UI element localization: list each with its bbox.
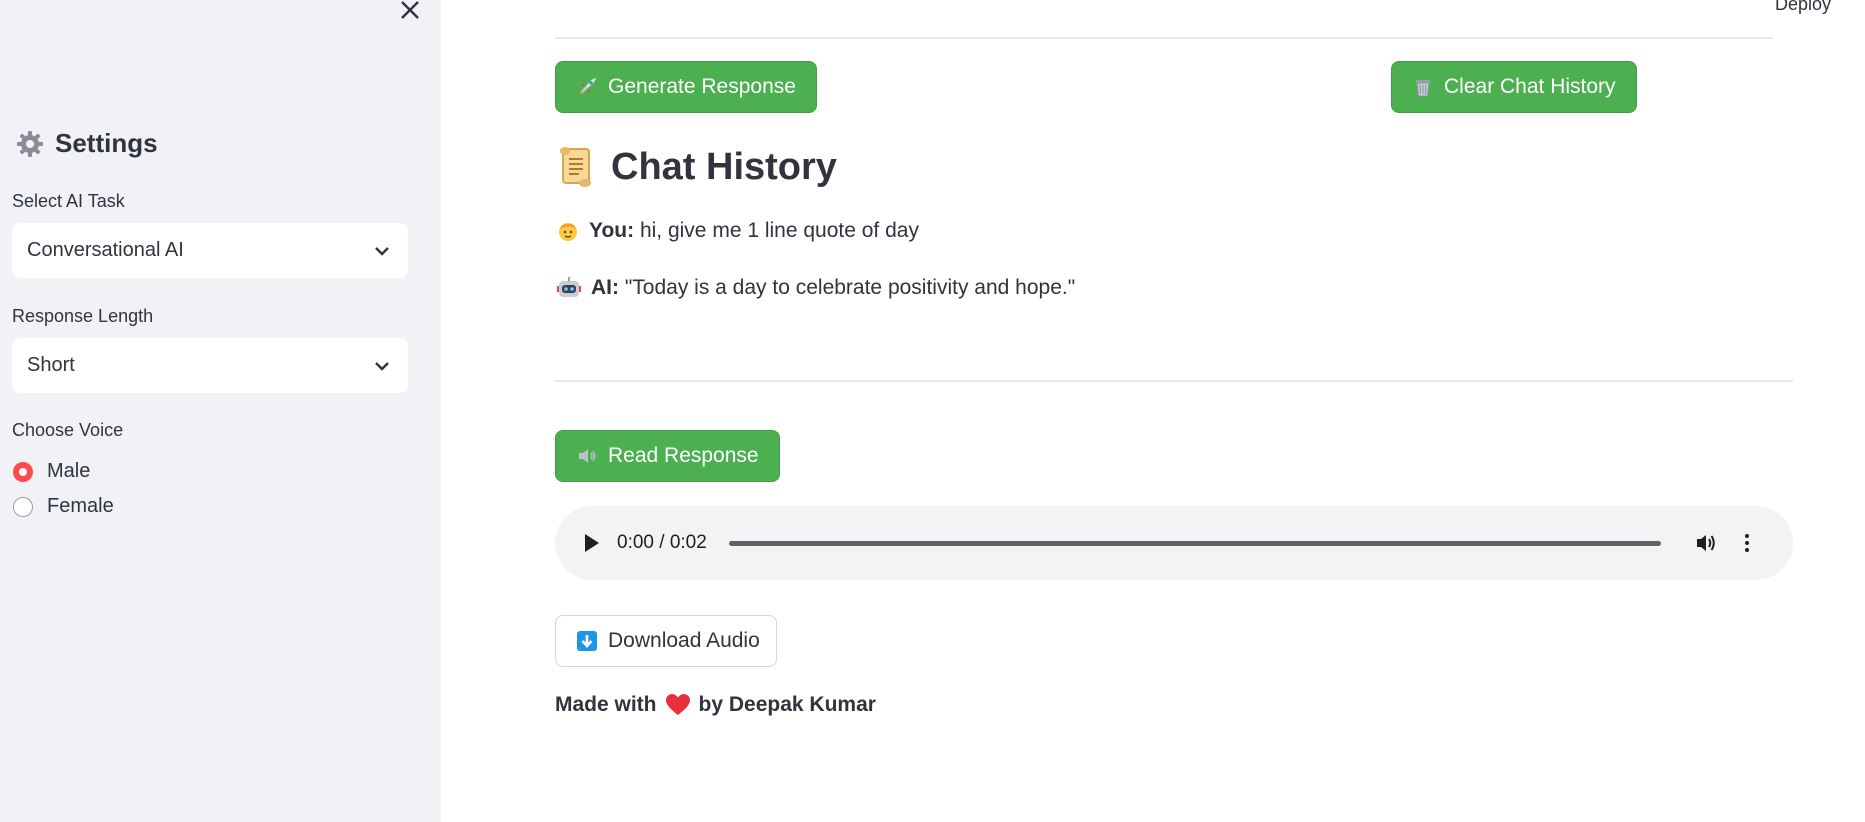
gear-icon [17,130,43,157]
chevron-down-icon [375,246,389,256]
generate-response-label: Generate Response [608,75,796,98]
close-icon [401,1,419,19]
voice-label: Choose Voice [12,420,124,440]
footer-suffix: by Deepak Kumar [698,693,876,716]
radio-female-label: Female [47,495,114,517]
play-icon[interactable] [585,534,599,552]
input-area-bottom [555,0,1773,39]
task-select[interactable]: Conversational AI [12,223,408,278]
download-audio-button[interactable]: Download Audio [555,615,777,667]
chat-history-title: Chat History [611,145,837,188]
clear-chat-button[interactable]: Clear Chat History [1391,61,1637,113]
length-select-value: Short [27,354,75,376]
chat-user-text: hi, give me 1 line quote of day [639,219,919,242]
chat-ai-text: "Today is a day to celebrate positivity … [624,276,1076,299]
task-label: Select AI Task [12,191,125,211]
person-icon [559,223,577,241]
radio-male-indicator [13,461,33,482]
radio-male-label: Male [47,460,91,482]
footer-prefix: Made with [555,693,657,716]
clear-chat-label: Clear Chat History [1444,75,1616,98]
chat-ai-speaker: AI: [591,276,619,299]
scroll-icon [560,147,591,187]
close-sidebar-button[interactable] [396,0,424,24]
download-audio-label: Download Audio [608,629,760,652]
chat-user-speaker: You: [589,219,635,242]
audio-time: 0:00 / 0:02 [617,532,707,553]
read-response-button[interactable]: Read Response [555,430,780,482]
divider [555,380,1793,382]
volume-icon[interactable] [1695,532,1719,554]
chat-history-heading: Chat History [555,145,837,189]
radio-male[interactable]: Male [13,460,90,483]
rocket-icon [579,78,596,95]
more-options-icon[interactable] [1744,534,1749,552]
length-label: Response Length [12,306,154,326]
read-response-label: Read Response [608,444,759,467]
length-select[interactable]: Short [12,338,408,393]
heart-icon [665,694,690,715]
settings-heading: Settings [55,128,158,158]
speaker-icon [579,449,596,463]
audio-player: 0:00 / 0:02 [555,506,1793,580]
audio-progress-track[interactable] [728,540,1661,546]
robot-icon [557,277,581,297]
chevron-down-icon [375,361,389,371]
task-select-value: Conversational AI [27,239,184,261]
footer: Made with by Deepak Kumar [555,693,876,717]
radio-female[interactable]: Female [13,495,114,518]
wastebasket-icon [1416,80,1430,97]
deploy-button[interactable]: Deploy [1775,0,1831,15]
chat-message-ai: AI: "Today is a day to celebrate positiv… [557,276,1075,300]
generate-response-button[interactable]: Generate Response [555,61,817,113]
sidebar: Settings Select AI Task Conversational A… [0,0,441,822]
down-arrow-icon [577,631,597,651]
sidebar-title: Settings [15,128,158,159]
radio-female-indicator [13,496,33,517]
chat-message-user: You: hi, give me 1 line quote of day [557,219,919,243]
